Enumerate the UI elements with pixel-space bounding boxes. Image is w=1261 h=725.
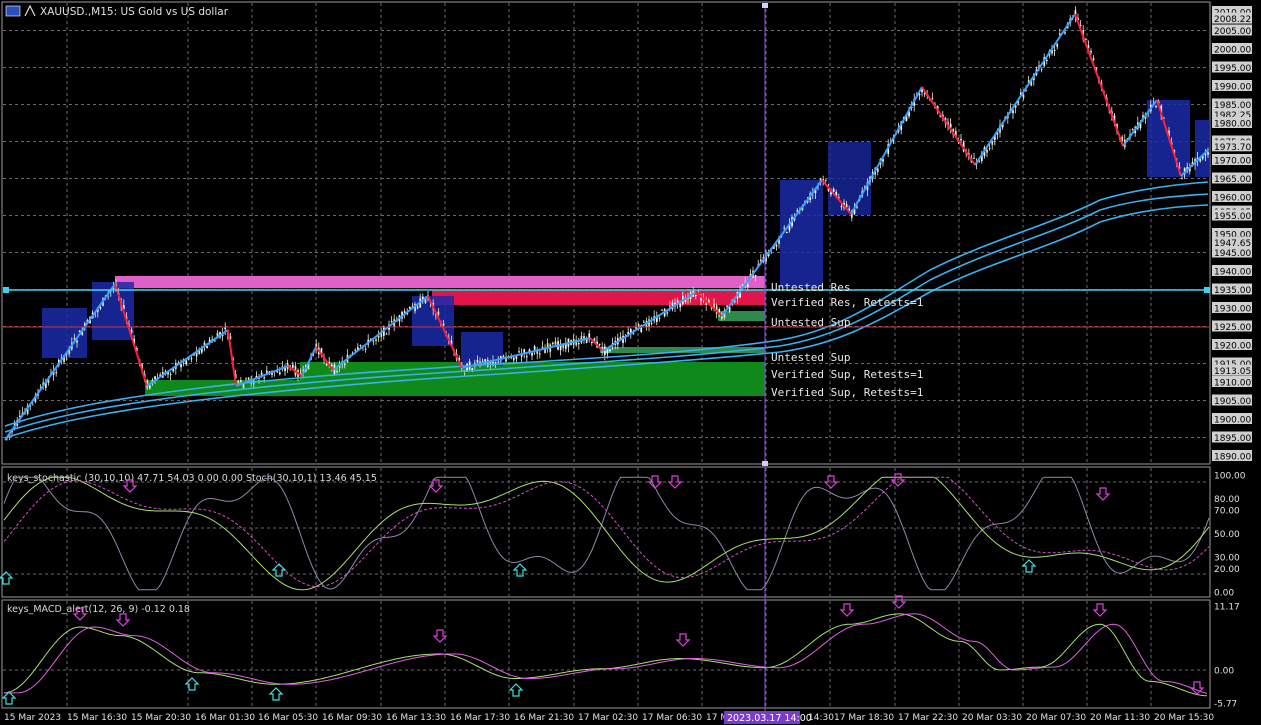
- price-label: 1940.00: [1214, 268, 1251, 278]
- chart-canvas[interactable]: Untested Res Verified Res, Retests=1 Unt…: [0, 0, 1261, 725]
- zone-label: Verified Sup, Retests=1: [771, 368, 923, 381]
- line-handle-left[interactable]: [3, 287, 9, 293]
- buy-arrow-icon: [1021, 559, 1037, 573]
- moving-averages: [4, 181, 1209, 439]
- price-label: 1895.00: [1214, 434, 1251, 444]
- zone-label: Untested Sup: [771, 316, 850, 329]
- buy-arrow-icon: [268, 687, 284, 701]
- stochastic-level-label: 70.00: [1214, 507, 1240, 517]
- buy-arrow-icon: [1, 691, 17, 705]
- zone-label: Verified Res, Retests=1: [771, 296, 923, 309]
- price-label: 2008.22: [1214, 15, 1251, 25]
- sell-arrow-icon: [891, 595, 907, 609]
- line-handle-right[interactable]: [1204, 287, 1210, 293]
- time-label: 20 Mar 03:30: [962, 713, 1022, 723]
- buy-arrow-icon: [508, 683, 524, 697]
- sell-arrow-icon: [647, 475, 663, 489]
- symbol-flag-icon: [5, 5, 21, 17]
- price-label: 1945.00: [1214, 249, 1251, 259]
- symbol-title: XAUUSD.,M15: US Gold vs US dollar: [40, 6, 229, 18]
- time-label: 17 Mar 22:30: [898, 713, 958, 723]
- time-label: 16 Mar 01:30: [195, 713, 255, 723]
- time-label: 20 Mar 11:30: [1090, 713, 1150, 723]
- time-label: 16 Mar 21:30: [514, 713, 574, 723]
- time-label: 15 Mar 16:30: [67, 713, 127, 723]
- price-label: 1955.00: [1214, 212, 1251, 222]
- price-label: 1890.00: [1214, 453, 1251, 463]
- price-label: 1980.00: [1214, 120, 1251, 130]
- time-axis[interactable]: 15 Mar 2023 15 Mar 16:30 15 Mar 20:30 16 Ma…: [4, 713, 1214, 723]
- price-label: 1990.00: [1214, 83, 1251, 93]
- stochastic-title: keys_stochastic (30,10,10) 47.71 54.03 0…: [7, 473, 377, 484]
- price-label: 1925.00: [1214, 323, 1251, 333]
- macd-level-label: 0.00: [1214, 666, 1234, 676]
- price-label: 1995.00: [1214, 64, 1251, 74]
- sell-arrow-icon: [115, 613, 131, 627]
- price-label: 1965.00: [1214, 175, 1251, 185]
- grid-lines: [3, 3, 1209, 707]
- time-label: 16 Mar 05:30: [258, 713, 318, 723]
- time-label: 16 Mar 09:30: [322, 713, 382, 723]
- macd-frame: [1, 599, 1211, 709]
- time-label: 14:30: [808, 713, 834, 723]
- stochastic-pane: keys_stochastic (30,10,10) 47.71 54.03 0…: [0, 473, 1210, 591]
- range-boxes: [42, 100, 1210, 366]
- time-label: 15 Mar 20:30: [131, 713, 191, 723]
- macd-level-label: 11.17: [1214, 603, 1240, 613]
- stochastic-level-label: 30.00: [1214, 553, 1240, 563]
- sell-arrow-icon: [1095, 487, 1111, 501]
- sell-arrow-icon: [1092, 603, 1108, 617]
- crosshair-time-label: 2023.03.17 14:00: [727, 713, 812, 724]
- time-label: 17 Mar 18:30: [834, 713, 894, 723]
- price-axis[interactable]: 2010.002008.222005.002000.001995.001990.…: [1212, 6, 1252, 463]
- zone-label: Untested Sup: [771, 351, 850, 364]
- macd-title: keys_MACD_alert(12, 26, 9) -0.12 0.18: [7, 604, 190, 615]
- price-label: 1973.70: [1214, 143, 1251, 153]
- stochastic-level-label: 20.00: [1214, 565, 1240, 575]
- stochastic-axis: 100.00 80.00 70.00 50.00 30.00 20.00 0.00: [1214, 472, 1246, 599]
- untested-res-zone: [115, 276, 765, 288]
- price-label: 1913.05: [1214, 367, 1251, 377]
- price-label: 1900.00: [1214, 416, 1251, 426]
- macd-axis: 11.17 0.00 -5.77: [1214, 603, 1240, 710]
- price-label: 2005.00: [1214, 27, 1251, 37]
- time-label: 16 Mar 13:30: [386, 713, 446, 723]
- indicator-icon: [24, 4, 36, 17]
- price-label: 1930.00: [1214, 305, 1251, 315]
- time-label: 20 Mar 15:30: [1154, 713, 1214, 723]
- verified-res-zone: [432, 290, 765, 305]
- crosshair-handle-top[interactable]: [762, 3, 768, 8]
- price-label: 1910.00: [1214, 379, 1251, 389]
- stochastic-level-label: 100.00: [1214, 472, 1246, 482]
- price-label: 1970.00: [1214, 157, 1251, 167]
- time-label: 15 Mar 2023: [4, 713, 61, 723]
- time-label: 17 Mar 02:30: [578, 713, 638, 723]
- stochastic-level-label: 0.00: [1214, 589, 1234, 599]
- crosshair-handle-bottom[interactable]: [762, 461, 768, 466]
- zone-labels: Untested Res Verified Res, Retests=1 Unt…: [771, 281, 923, 399]
- price-label: 1920.00: [1214, 342, 1251, 352]
- price-label: 1935.00: [1214, 286, 1251, 296]
- sell-arrow-icon: [432, 629, 448, 643]
- macd-level-label: -5.77: [1214, 700, 1237, 710]
- price-label: 1905.00: [1214, 397, 1251, 407]
- price-label: 1960.00: [1214, 194, 1251, 204]
- sell-arrow-icon: [675, 633, 691, 647]
- sell-arrow-icon: [839, 603, 855, 617]
- stochastic-frame: [1, 466, 1211, 598]
- sell-arrow-icon: [1189, 681, 1205, 695]
- price-label: 2000.00: [1214, 46, 1251, 56]
- stochastic-level-label: 80.00: [1214, 495, 1240, 505]
- trading-chart-window[interactable]: Untested Res Verified Res, Retests=1 Unt…: [0, 0, 1261, 725]
- time-label: 17 Mar 06:30: [642, 713, 702, 723]
- zone-label: Verified Sup, Retests=1: [771, 386, 923, 399]
- time-label: 20 Mar 07:30: [1026, 713, 1086, 723]
- zone-label: Untested Res: [771, 281, 850, 294]
- macd-pane: keys_MACD_alert(12, 26, 9) -0.12 0.18: [1, 595, 1208, 705]
- stochastic-level-label: 50.00: [1214, 530, 1240, 540]
- time-label: 16 Mar 17:30: [450, 713, 510, 723]
